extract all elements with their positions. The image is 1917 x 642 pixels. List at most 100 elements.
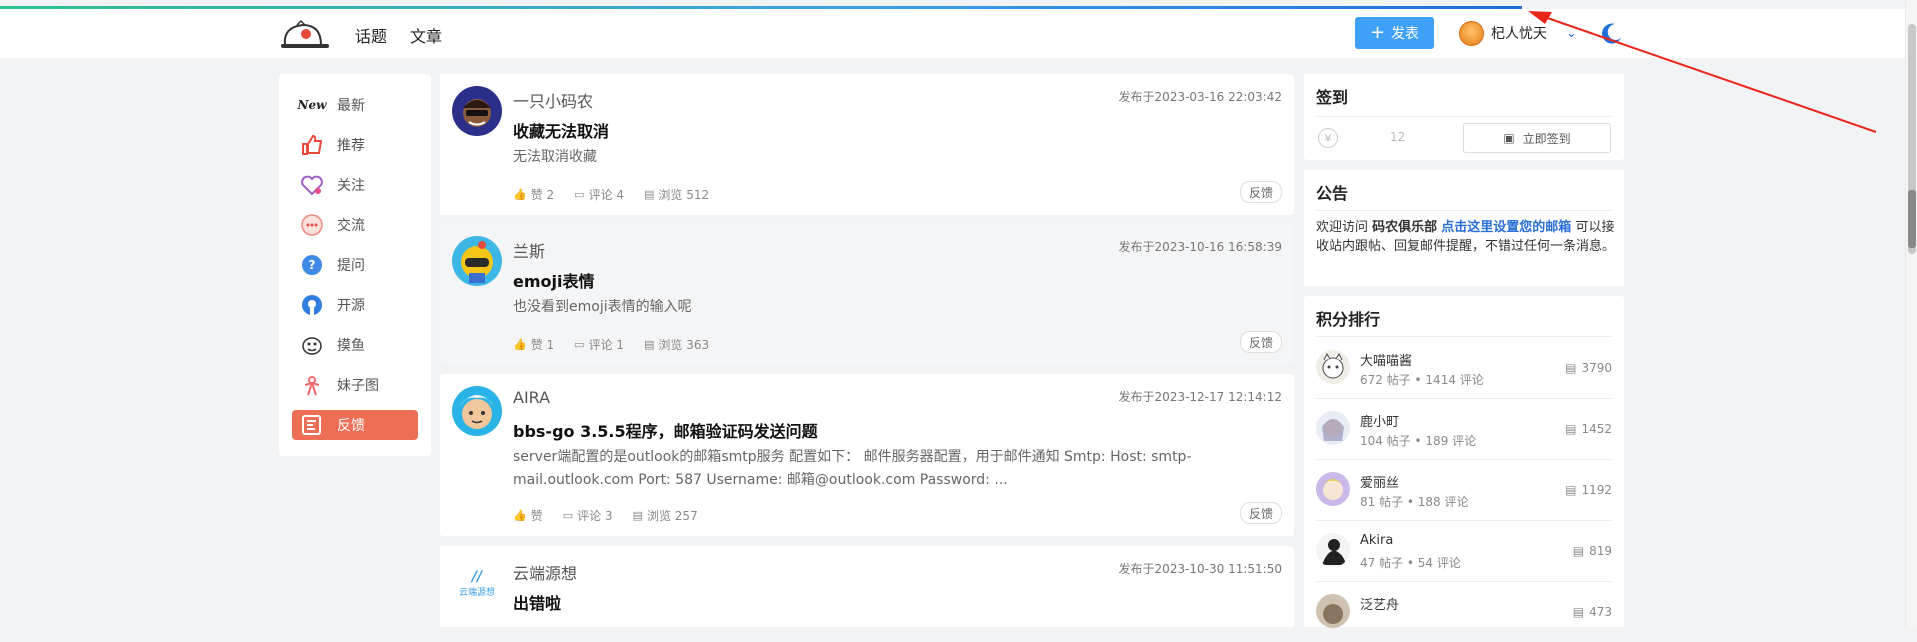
ranking-score-value: 1452 — [1581, 422, 1612, 436]
view-count: ▤ 浏览 512 — [644, 186, 709, 203]
nav-articles[interactable]: 文章 — [410, 23, 442, 47]
score-icon: ▤ — [1565, 361, 1577, 375]
notice-widget: 公告 欢迎访问 码农俱乐部 点击这里设置您的邮箱 可以接收站内跟帖、回复邮件提醒… — [1304, 170, 1624, 286]
checkin-button[interactable]: ▣ 立即签到 — [1463, 123, 1611, 153]
topic-author[interactable]: 兰斯 — [513, 238, 545, 262]
view-icon: ▤ — [644, 338, 655, 351]
topic-author[interactable]: 一只小码农 — [513, 88, 593, 112]
ranking-row[interactable]: 大喵喵酱 672 帖子 • 1414 评论 ▤ 3790 — [1316, 338, 1612, 399]
thumb-up-icon: 👍 — [513, 509, 527, 522]
topic-tag[interactable]: 反馈 — [1240, 181, 1282, 203]
sidebar-item-question[interactable]: ? 提问 — [292, 250, 418, 280]
ranking-score-value: 3790 — [1581, 361, 1612, 375]
sidebar-item-recommend[interactable]: 推荐 — [292, 130, 418, 160]
comment-count-text: 评论 4 — [588, 188, 625, 202]
girl-icon — [304, 376, 320, 396]
sidebar-item-discuss[interactable]: 交流 — [292, 210, 418, 240]
topic-title[interactable]: 收藏无法取消 — [513, 118, 609, 142]
feedback-icon — [302, 415, 321, 435]
scrollbar-handle — [1908, 190, 1916, 248]
comment-icon: ▭ — [574, 338, 585, 351]
checkin-button-label: 立即签到 — [1522, 131, 1571, 146]
avatar[interactable] — [452, 236, 502, 286]
topic-tag[interactable]: 反馈 — [1240, 502, 1282, 524]
post-button-label: 发表 — [1391, 26, 1420, 42]
thumb-up-icon: 👍 — [513, 338, 527, 351]
sidebar-item-label: 提问 — [337, 258, 365, 274]
topic-title[interactable]: emoji表情 — [513, 268, 595, 292]
topic-title[interactable]: bbs-go 3.5.5程序，邮箱验证码发送问题 — [513, 418, 818, 442]
like-count[interactable]: 👍 赞 — [513, 507, 543, 524]
comment-icon: ▭ — [562, 509, 574, 522]
topic-summary[interactable]: server端配置的是outlook的邮箱smtp服务 配置如下： 邮件服务器配… — [513, 446, 1283, 492]
ranking-name[interactable]: 泛艺舟 — [1360, 594, 1399, 613]
avatar[interactable] — [1316, 350, 1350, 384]
sidebar-item-open-source[interactable]: 开源 — [292, 290, 418, 320]
moon-icon[interactable] — [1598, 21, 1624, 47]
ranking-name[interactable]: 大喵喵酱 — [1360, 350, 1412, 369]
sidebar-item-fish[interactable]: 摸鱼 — [292, 330, 418, 360]
user-menu[interactable]: 杞人忧天 ⌄ — [1459, 19, 1577, 47]
question-icon: ? — [302, 255, 322, 275]
checkin-title: 签到 — [1316, 88, 1349, 107]
avatar-brand-text: 云端源想 — [458, 587, 495, 598]
ranking-score: ▤ 3790 — [1565, 361, 1612, 375]
avatar[interactable] — [452, 386, 502, 436]
comment-count-text: 评论 1 — [588, 338, 625, 352]
scrollbar[interactable] — [1905, 0, 1917, 627]
sidebar-item-follow[interactable]: 关注 — [292, 170, 418, 200]
ranking-name[interactable]: 鹿小町 — [1360, 411, 1399, 430]
topic-title[interactable]: 出错啦 — [513, 590, 561, 614]
topic-author[interactable]: AIRA — [513, 388, 550, 407]
set-email-link[interactable]: 点击这里设置您的邮箱 — [1441, 220, 1571, 235]
topic-card[interactable]: 一只小码农 发布于2023-03-16 22:03:42 收藏无法取消 无法取消… — [440, 74, 1294, 215]
nav-topics[interactable]: 话题 — [355, 23, 387, 47]
avatar[interactable] — [1316, 533, 1350, 567]
topic-card[interactable]: // 云端源想 云端源想 发布于2023-10-30 11:51:50 出错啦 — [440, 546, 1294, 627]
ranking-row[interactable]: 泛艺舟 ▤ 473 — [1316, 582, 1612, 642]
avatar[interactable] — [1316, 594, 1350, 628]
comment-count: ▭ 评论 1 — [574, 336, 624, 353]
topic-card[interactable]: 兰斯 发布于2023-10-16 16:58:39 emoji表情 也没看到em… — [440, 224, 1294, 365]
sidebar-item-label: 交流 — [337, 218, 365, 234]
view-count: ▤ 浏览 257 — [633, 507, 698, 524]
sidebar-item-latest[interactable]: New 最新 — [292, 90, 418, 120]
ranking-score: ▤ 473 — [1573, 605, 1612, 619]
like-count-text: 赞 2 — [530, 188, 555, 202]
notice-prefix: 欢迎访问 — [1316, 220, 1373, 235]
score-icon: ▤ — [1565, 422, 1577, 436]
avatar[interactable] — [1316, 411, 1350, 445]
topic-meta: 👍 赞 2 ▭ 评论 4 ▤ 浏览 512 — [513, 186, 709, 203]
ranking-row[interactable]: 爱丽丝 81 帖子 • 188 评论 ▤ 1192 — [1316, 460, 1612, 521]
post-button[interactable]: + 发表 — [1355, 17, 1434, 49]
score-icon: ▤ — [1565, 483, 1577, 497]
topic-summary[interactable]: 无法取消收藏 — [513, 146, 1283, 169]
sidebar-item-label: 推荐 — [337, 138, 365, 154]
topic-card[interactable]: AIRA 发布于2023-12-17 12:14:12 bbs-go 3.5.5… — [440, 374, 1294, 536]
heart-icon — [301, 175, 323, 196]
avatar[interactable]: // 云端源想 — [452, 558, 502, 608]
sidebar-item-girl-pics[interactable]: 妹子图 — [292, 370, 418, 400]
sidebar-item-feedback[interactable]: 反馈 — [292, 410, 418, 440]
topic-tag[interactable]: 反馈 — [1240, 331, 1282, 353]
ranking-score: ▤ 1192 — [1565, 483, 1612, 497]
notice-text: 欢迎访问 码农俱乐部 点击这里设置您的邮箱 可以接收站内跟帖、回复邮件提醒，不错… — [1316, 218, 1616, 256]
sidebar-item-label: 关注 — [337, 178, 365, 194]
avatar[interactable] — [452, 86, 502, 136]
topic-summary[interactable]: 也没看到emoji表情的输入呢 — [513, 296, 1283, 319]
ranking-row[interactable]: 鹿小町 104 帖子 • 189 评论 ▤ 1452 — [1316, 399, 1612, 460]
like-count[interactable]: 👍 赞 2 — [513, 186, 554, 203]
site-logo-icon[interactable] — [279, 19, 331, 51]
ranking-name[interactable]: 爱丽丝 — [1360, 472, 1399, 491]
topic-author[interactable]: 云端源想 — [513, 560, 577, 584]
topic-time: 发布于2023-03-16 22:03:42 — [1118, 90, 1282, 104]
thumb-up-icon — [302, 134, 323, 155]
avatar[interactable] — [1316, 472, 1350, 506]
thumb-up-icon: 👍 — [513, 188, 527, 201]
ranking-row[interactable]: Akira 47 帖子 • 54 评论 ▤ 819 — [1316, 521, 1612, 582]
calendar-icon: ▣ — [1503, 131, 1515, 145]
comment-count-text: 评论 3 — [577, 509, 613, 523]
ranking-name[interactable]: Akira — [1360, 533, 1393, 548]
comment-icon: ▭ — [574, 188, 585, 201]
like-count[interactable]: 👍 赞 1 — [513, 336, 554, 353]
